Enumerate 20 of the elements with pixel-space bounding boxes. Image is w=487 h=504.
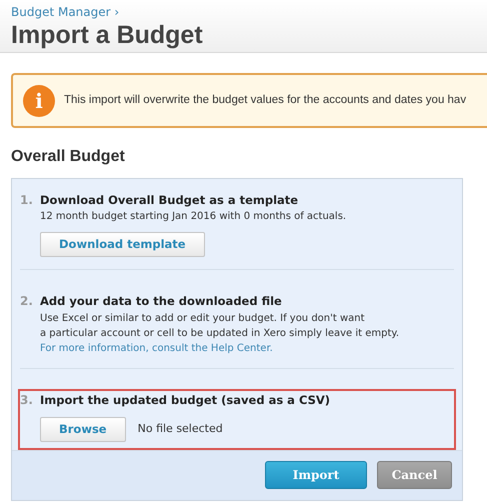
warning-text: This import will overwrite the budget values for the accounts and dates you hav — [64, 92, 466, 108]
section-title: Overall Budget — [11, 147, 126, 167]
import-button[interactable]: Import — [265, 461, 367, 490]
step-description: a particular account or cell to be updated in Xero simply leave it empty. — [40, 326, 400, 340]
step-number: 2. — [20, 293, 34, 310]
breadcrumb-link[interactable]: Budget Manager › — [11, 3, 476, 21]
step-title: Download Overall Budget as a template — [40, 192, 300, 209]
page-title: Import a Budget — [11, 21, 204, 49]
step-number: 3. — [20, 392, 34, 408]
help-link[interactable]: For more information, consult the Help Center. — [40, 340, 400, 356]
step-description: Use Excel or similar to add or edit your budget. If you don't want — [40, 312, 366, 326]
info-icon: i — [23, 84, 55, 116]
step-description: 12 month budget starting Jan 2016 with 0 months of actuals. — [40, 210, 346, 224]
file-status: No file selected — [138, 421, 223, 437]
step-number: 1. — [20, 192, 34, 209]
step-title: Import the updated budget (saved as a CSV) — [40, 392, 330, 408]
step-title: Add your data to the downloaded file — [40, 293, 283, 310]
cancel-button[interactable]: Cancel — [377, 461, 452, 490]
browse-button[interactable]: Browse — [40, 416, 126, 442]
download-button[interactable]: Download template — [40, 232, 205, 258]
